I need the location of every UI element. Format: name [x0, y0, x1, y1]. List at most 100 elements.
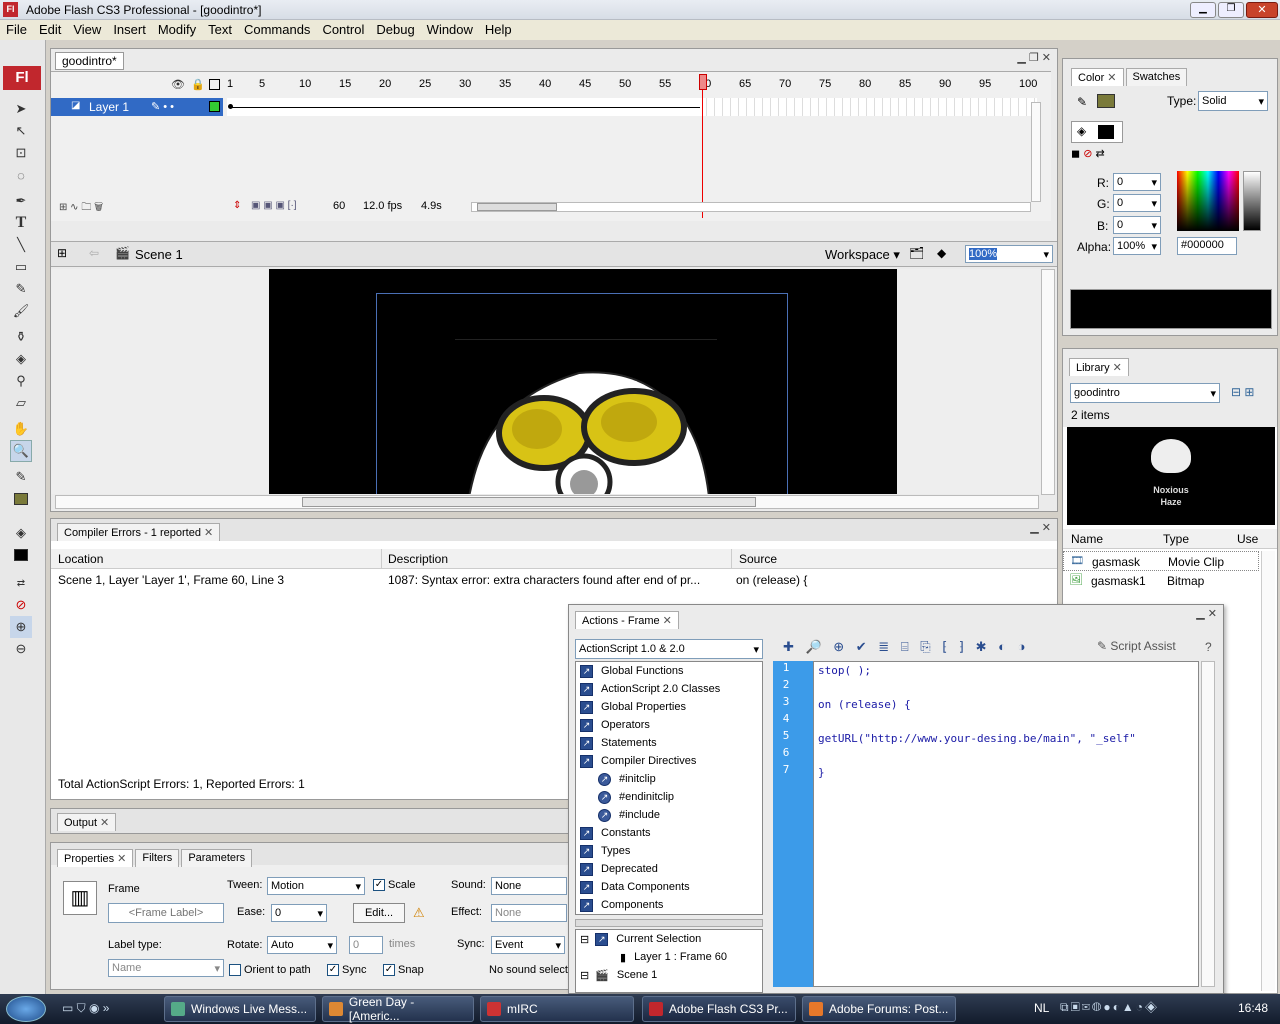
- color-tab[interactable]: Color ✕: [1071, 68, 1124, 86]
- outline-icon[interactable]: [209, 79, 220, 90]
- actions-panel-controls[interactable]: ▁ ✕: [1196, 607, 1217, 620]
- sync-select[interactable]: Event ▾: [491, 936, 565, 954]
- name-header[interactable]: Name: [1071, 532, 1103, 546]
- taskbar-item-flash[interactable]: Adobe Flash CS3 Pr...: [642, 996, 796, 1022]
- toolbox-item[interactable]: ↗ ActionScript 2.0 Classes: [576, 680, 762, 698]
- close-window-button[interactable]: ✕: [1246, 2, 1278, 18]
- actions-tab[interactable]: Actions - Frame ✕: [575, 611, 679, 629]
- subselection-tool-icon[interactable]: ↖: [10, 120, 32, 142]
- lock-icon[interactable]: 🔒: [191, 78, 205, 91]
- toolbox-item[interactable]: ↗ Compiler Directives: [576, 752, 762, 770]
- eyedropper-tool-icon[interactable]: ⚲: [10, 370, 32, 392]
- library-item-gasmask[interactable]: 🎞 gasmask Movie Clip: [1063, 551, 1259, 571]
- b-input[interactable]: 0 ▾: [1113, 216, 1161, 234]
- error-row[interactable]: Scene 1, Layer 'Layer 1', Frame 60, Line…: [51, 571, 1057, 589]
- library-tab[interactable]: Library ✕: [1069, 358, 1129, 376]
- menu-control[interactable]: Control: [316, 20, 370, 39]
- rectangle-tool-icon[interactable]: ▭: [10, 256, 32, 278]
- library-item-gasmask1[interactable]: 🖼 gasmask1 Bitmap: [1063, 571, 1259, 591]
- toolbox-item[interactable]: ↗ Operators: [576, 716, 762, 734]
- paint-bucket-tool-icon[interactable]: ◈: [10, 348, 32, 370]
- script-assist-button[interactable]: ✎ Script Assist: [1097, 639, 1176, 653]
- toolbox-item[interactable]: ↗ Statements: [576, 734, 762, 752]
- swatches-tab[interactable]: Swatches: [1125, 68, 1188, 86]
- fill-type-select[interactable]: Solid ▾: [1198, 91, 1268, 111]
- edit-ease-button[interactable]: Edit...: [353, 903, 405, 923]
- sync-checkbox[interactable]: ✓ Sync: [327, 964, 366, 977]
- timeline-toggle-icon[interactable]: ⊞: [57, 246, 67, 260]
- color-mini-tools[interactable]: ◼ ⊘ ⇄: [1071, 147, 1105, 160]
- start-button[interactable]: [6, 996, 46, 1022]
- system-tray-icons[interactable]: ⧉▣✉◍●◐▲◔◈: [1060, 1000, 1159, 1015]
- edit-symbol-icon[interactable]: ◆: [937, 246, 946, 260]
- taskbar-item-messenger[interactable]: Windows Live Mess...: [164, 996, 316, 1022]
- toolbox-item[interactable]: ↗ Types: [576, 842, 762, 860]
- g-input[interactable]: 0 ▾: [1113, 194, 1161, 212]
- selection-tool-icon[interactable]: ➤: [10, 98, 32, 120]
- menu-file[interactable]: File: [0, 20, 33, 39]
- language-select[interactable]: ActionScript 1.0 & 2.0 ▾: [575, 639, 763, 659]
- fill-toggle[interactable]: ◈: [1071, 121, 1123, 143]
- toolbox-item[interactable]: ↗ #initclip: [576, 770, 762, 788]
- rotate-select[interactable]: Auto ▾: [267, 936, 337, 954]
- code-line[interactable]: }: [814, 764, 1198, 781]
- toolbox-item[interactable]: ↗ Constants: [576, 824, 762, 842]
- pencil-tool-icon[interactable]: ✎: [10, 278, 32, 300]
- navigator-scene[interactable]: ⊟ 🎬 Scene 1: [576, 966, 762, 984]
- back-arrow-icon[interactable]: ⇦: [89, 246, 99, 260]
- navigator-layer-frame[interactable]: ▮ Layer 1 : Frame 60: [576, 948, 762, 966]
- menu-debug[interactable]: Debug: [370, 20, 420, 39]
- stroke-color-swatch[interactable]: [1097, 94, 1115, 108]
- zoom-select[interactable]: 100% ▾: [965, 245, 1053, 263]
- maximize-button[interactable]: ❐: [1218, 2, 1244, 18]
- taskbar-item-winamp[interactable]: Green Day - [Americ...: [322, 995, 474, 1023]
- onion-skin-icons[interactable]: ▣ ▣ ▣ [·]: [251, 200, 297, 211]
- playhead[interactable]: [699, 74, 707, 90]
- label-type-select[interactable]: Name ▾: [108, 959, 224, 977]
- brightness-slider[interactable]: [1243, 171, 1261, 231]
- layer-buttons[interactable]: ⊞ ∿ 🗀 🗑: [59, 200, 103, 217]
- edit-scene-icon[interactable]: 🗂: [909, 246, 924, 260]
- menu-insert[interactable]: Insert: [107, 20, 152, 39]
- stroke-swatch-icon[interactable]: [10, 488, 32, 510]
- no-color-icon[interactable]: ⊘: [10, 594, 32, 616]
- scene-name[interactable]: Scene 1: [135, 247, 183, 262]
- toolbox-item[interactable]: ↗ Deprecated: [576, 860, 762, 878]
- eye-icon[interactable]: 👁: [171, 78, 185, 91]
- source-header[interactable]: Source: [739, 552, 777, 566]
- zoom-tool-icon[interactable]: 🔍: [10, 440, 32, 462]
- taskbar-item-mirc[interactable]: mIRC: [480, 996, 634, 1022]
- hand-tool-icon[interactable]: ✋: [10, 418, 32, 440]
- center-frame-icon[interactable]: ⇕: [233, 200, 241, 211]
- filters-tab[interactable]: Filters: [135, 849, 180, 867]
- menu-edit[interactable]: Edit: [33, 20, 67, 39]
- pen-tool-icon[interactable]: ✒: [10, 190, 32, 212]
- menu-window[interactable]: Window: [421, 20, 479, 39]
- menu-commands[interactable]: Commands: [238, 20, 316, 39]
- parameters-tab[interactable]: Parameters: [181, 849, 253, 867]
- alpha-input[interactable]: 100% ▾: [1113, 237, 1161, 255]
- code-line[interactable]: [814, 679, 1198, 696]
- menu-modify[interactable]: Modify: [152, 20, 202, 39]
- code-line[interactable]: on (release) {: [814, 696, 1198, 713]
- code-line[interactable]: stop( );: [814, 662, 1198, 679]
- orient-checkbox[interactable]: Orient to path: [229, 964, 311, 977]
- stroke-pencil-icon[interactable]: ✎: [1077, 95, 1087, 109]
- scale-checkbox[interactable]: ✓ Scale: [373, 879, 416, 892]
- code-editor[interactable]: stop( ); on (release) {getURL("http://www…: [813, 661, 1199, 987]
- ink-bottle-tool-icon[interactable]: ⚱: [10, 326, 32, 348]
- document-window-controls[interactable]: ▁ ❐ ✕: [1017, 51, 1051, 64]
- output-tab[interactable]: Output ✕: [57, 813, 117, 831]
- menu-text[interactable]: Text: [202, 20, 238, 39]
- stroke-color-icon[interactable]: ✎: [10, 466, 32, 488]
- timeline-vscrollbar[interactable]: [1031, 102, 1041, 202]
- toolbox-item[interactable]: ↗ Global Properties: [576, 698, 762, 716]
- pasteboard[interactable]: [51, 269, 1041, 494]
- rotate-times-input[interactable]: 0: [349, 936, 383, 954]
- zoom-in-icon[interactable]: ⊕: [10, 616, 32, 638]
- zoom-out-icon[interactable]: ⊖: [10, 638, 32, 660]
- stage-vscrollbar[interactable]: [1041, 269, 1055, 495]
- snap-checkbox[interactable]: ✓ Snap: [383, 964, 424, 977]
- eraser-tool-icon[interactable]: ▱: [10, 392, 32, 414]
- navigator-current-selection[interactable]: ⊟ ↗ Current Selection: [576, 930, 762, 948]
